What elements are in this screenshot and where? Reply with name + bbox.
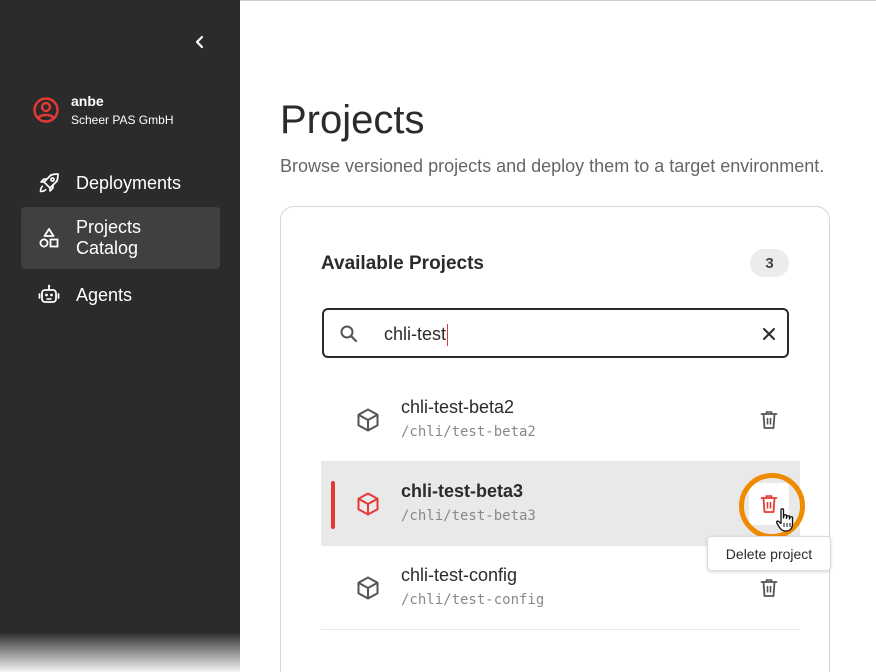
search-input[interactable]: chli-test xyxy=(384,322,449,347)
text-caret xyxy=(447,324,449,347)
rocket-icon xyxy=(35,169,63,197)
project-name: chli-test-beta3 xyxy=(401,481,524,501)
sidebar-fade xyxy=(0,632,240,672)
sidebar-item-label: Deployments xyxy=(76,172,182,193)
card-title: Available Projects xyxy=(321,253,484,274)
top-divider xyxy=(240,0,876,1)
user-organization: Scheer PAS GmbH xyxy=(71,113,174,127)
project-count-badge: 3 xyxy=(750,249,789,277)
collapse-sidebar-button[interactable] xyxy=(188,30,212,54)
delete-project-button[interactable] xyxy=(758,492,780,516)
selection-indicator xyxy=(331,481,335,529)
user-info: anbe Scheer PAS GmbH xyxy=(71,92,173,128)
trash-icon xyxy=(760,495,778,513)
project-row-selected[interactable]: chli-test-beta3 /chli/test-beta3 xyxy=(321,462,800,546)
project-row[interactable]: chli-test-beta2 /chli/test-beta2 xyxy=(321,378,800,462)
sidebar-item-label: Agents xyxy=(76,284,133,305)
project-path: /chli/test-beta3 xyxy=(401,508,536,524)
search-field[interactable]: chli-test xyxy=(322,308,789,358)
search-icon xyxy=(340,325,358,343)
user-circle-icon xyxy=(33,97,59,123)
user-name: anbe xyxy=(71,93,104,109)
trash-icon xyxy=(760,579,778,597)
sidebar-item-projects-catalog[interactable]: Projects Catalog xyxy=(21,207,220,269)
cube-icon xyxy=(357,492,379,516)
close-icon[interactable] xyxy=(760,325,778,343)
available-projects-card: Available Projects 3 chli-test chli-test… xyxy=(280,206,830,672)
cube-icon xyxy=(357,408,379,432)
robot-icon xyxy=(35,281,63,309)
project-path: /chli/test-beta2 xyxy=(401,424,536,440)
shapes-icon xyxy=(35,224,63,252)
search-input-value: chli-test xyxy=(384,324,447,344)
page-subtitle: Browse versioned projects and deploy the… xyxy=(280,156,825,176)
project-name: chli-test-beta2 xyxy=(401,397,515,417)
sidebar-item-label: Projects Catalog xyxy=(76,217,142,258)
sidebar: anbe Scheer PAS GmbH Deployments Project… xyxy=(0,0,240,672)
sidebar-item-agents[interactable]: Agents xyxy=(21,277,220,313)
page-title: Projects xyxy=(280,98,425,142)
trash-icon xyxy=(760,411,778,429)
cube-icon xyxy=(357,576,379,600)
delete-project-button[interactable] xyxy=(758,576,780,600)
project-name: chli-test-config xyxy=(401,565,518,585)
project-path: /chli/test-config xyxy=(401,592,545,608)
delete-project-tooltip: Delete project xyxy=(707,536,831,571)
user-profile[interactable]: anbe Scheer PAS GmbH xyxy=(32,92,173,128)
chevron-left-icon xyxy=(195,35,204,49)
sidebar-item-deployments[interactable]: Deployments xyxy=(21,165,220,201)
delete-project-button[interactable] xyxy=(758,408,780,432)
